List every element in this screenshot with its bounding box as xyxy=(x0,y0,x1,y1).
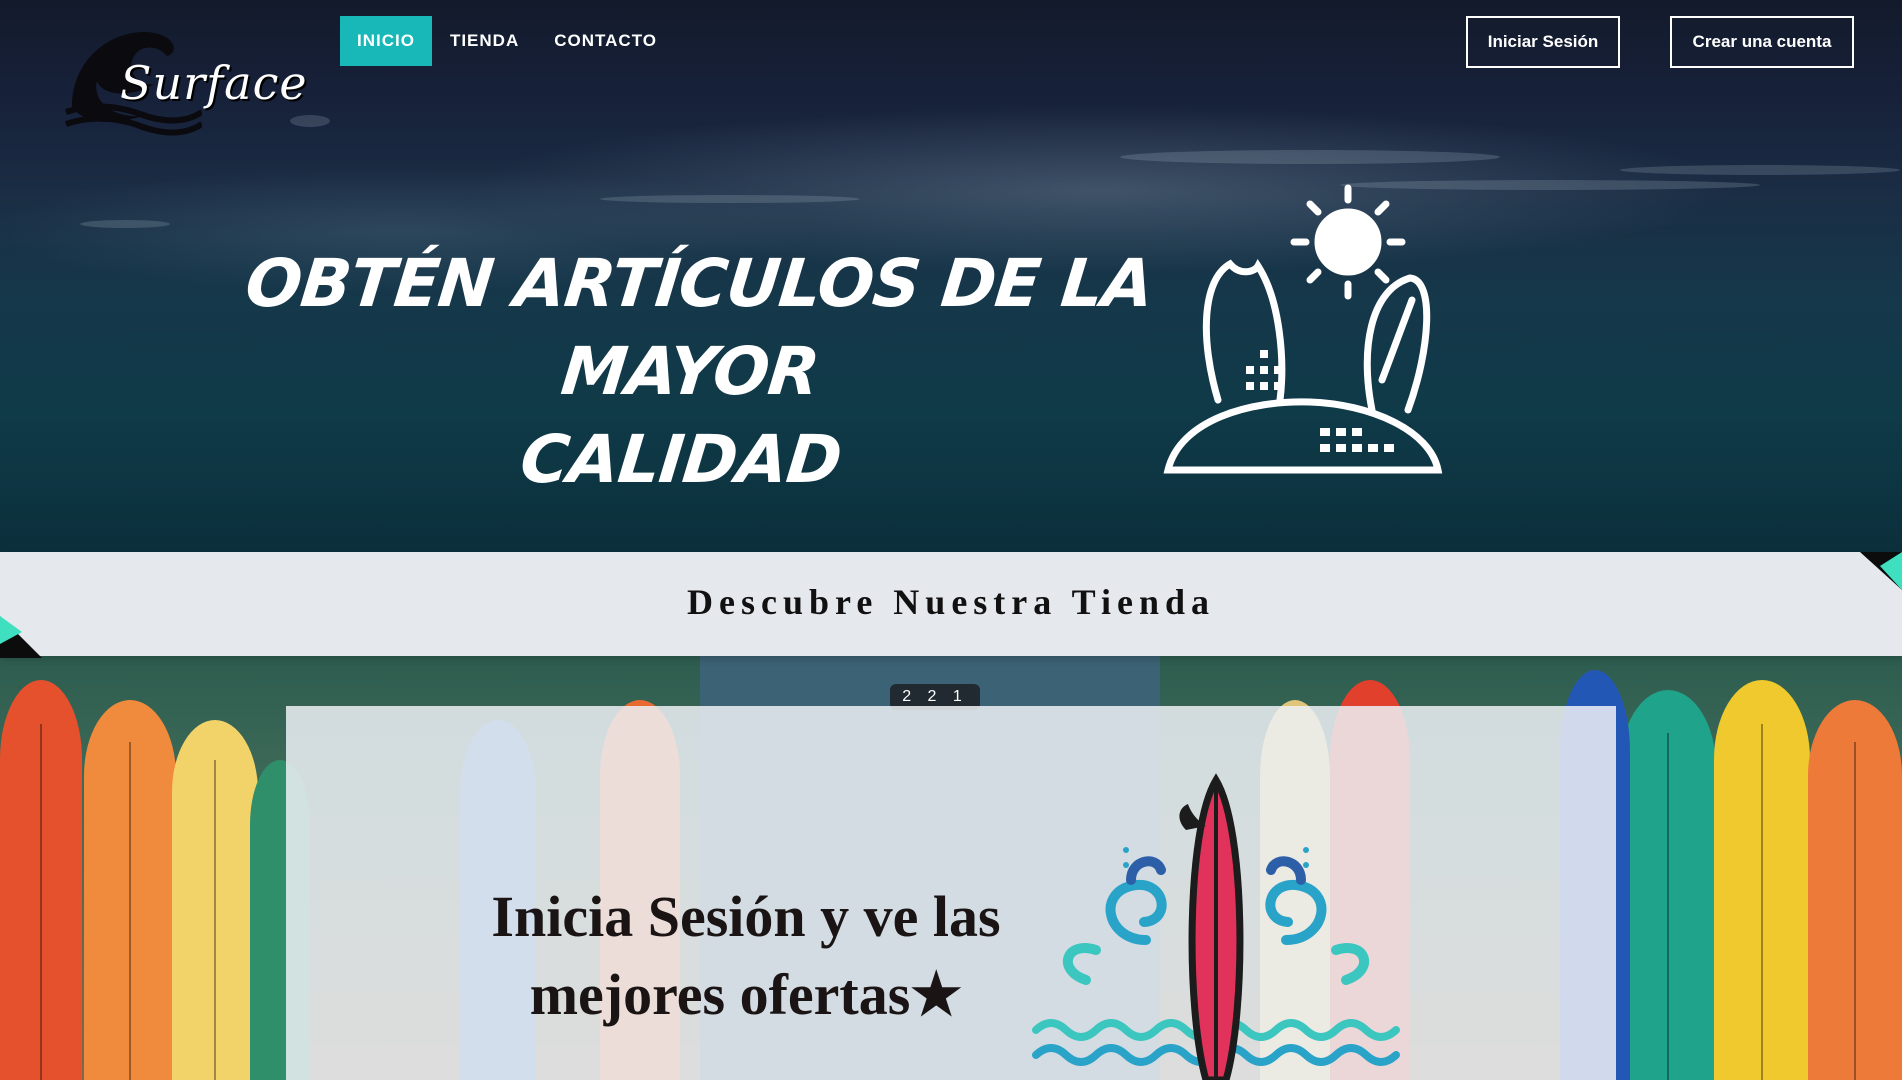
hero-headline-line2: CALIDAD xyxy=(516,421,845,498)
hero-headline: OBTÉN ARTÍCULOS DE LA MAYOR CALIDAD xyxy=(216,240,1164,504)
corner-ribbon-right xyxy=(1860,552,1902,590)
beach-surfboards-icon xyxy=(1163,184,1443,474)
water-ripple xyxy=(1620,165,1900,175)
logo-text: Surface xyxy=(120,56,308,110)
signup-button[interactable]: Crear una cuenta xyxy=(1670,16,1854,68)
surfboard xyxy=(0,680,82,1080)
nav-item-contacto[interactable]: CONTACTO xyxy=(537,16,674,66)
water-ripple xyxy=(80,220,170,228)
promo-card: Inicia Sesión y ve las mejores ofertas★ xyxy=(286,706,1616,1080)
hero-headline-line1: OBTÉN ARTÍCULOS DE LA MAYOR xyxy=(241,245,1157,410)
water-ripple xyxy=(600,195,860,203)
surfboard xyxy=(84,700,176,1080)
corner-ribbon-left xyxy=(0,616,42,658)
surfboard xyxy=(1714,680,1810,1080)
login-button[interactable]: Iniciar Sesión xyxy=(1466,16,1620,68)
surfboard xyxy=(172,720,258,1080)
promo-headline-line1: Inicia Sesión y ve las xyxy=(491,884,1001,949)
banner-title: Descubre Nuestra Tienda xyxy=(686,582,1216,622)
surfboard-wave-icon xyxy=(1032,773,1400,1080)
discover-banner: Descubre Nuestra Tienda xyxy=(0,552,1902,656)
nav-item-inicio[interactable]: INICIO xyxy=(340,16,432,66)
surfboard xyxy=(1808,700,1902,1080)
water-ripple xyxy=(1120,150,1500,164)
nav-item-tienda[interactable]: TIENDA xyxy=(433,16,536,66)
surfboard xyxy=(1620,690,1716,1080)
main-nav: INICIO TIENDA CONTACTO xyxy=(340,16,675,66)
promo-headline-line2: mejores ofertas★ xyxy=(529,962,963,1027)
hero-section: Surface INICIO TIENDA CONTACTO Iniciar S… xyxy=(0,0,1902,552)
promo-headline: Inicia Sesión y ve las mejores ofertas★ xyxy=(446,878,1046,1034)
